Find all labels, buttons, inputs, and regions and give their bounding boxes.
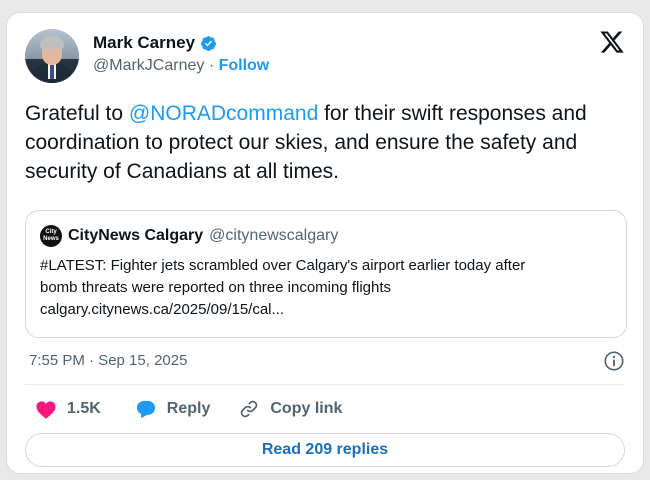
read-replies-button[interactable]: Read 209 replies: [25, 433, 625, 467]
divider: [25, 384, 625, 385]
author-name-row: Mark Carney: [93, 33, 217, 53]
author-name[interactable]: Mark Carney: [93, 33, 195, 53]
mention-link[interactable]: @NORADcommand: [129, 102, 318, 125]
quoted-author-name: CityNews Calgary: [68, 227, 204, 244]
quoted-link[interactable]: calgary.citynews.ca/2025/09/15/cal...: [40, 299, 618, 321]
tweet-header: Mark Carney @MarkJCarney · Follow: [25, 29, 625, 89]
handle-separator: ·: [204, 57, 219, 74]
author-handle[interactable]: @MarkJCarney: [93, 57, 204, 74]
speech-bubble-icon: [136, 400, 155, 419]
quoted-author-avatar: City News: [40, 225, 62, 247]
author-avatar[interactable]: [25, 29, 79, 83]
tweet-card: Mark Carney @MarkJCarney · Follow Gratef…: [6, 12, 644, 474]
link-icon: [241, 400, 258, 418]
x-logo-icon[interactable]: [599, 29, 625, 55]
reply-label: Reply: [166, 400, 211, 417]
copy-link-label: Copy link: [270, 400, 343, 417]
like-button[interactable]: 1.5K: [35, 399, 101, 419]
info-icon[interactable]: [603, 350, 625, 372]
quoted-line: #LATEST: Fighter jets scrambled over Cal…: [40, 257, 526, 274]
heart-icon: [36, 401, 56, 419]
tweet-text: Grateful to @NORADcommand for their swif…: [25, 99, 625, 186]
quoted-tweet-header: City News CityNews Calgary @citynewscalg…: [40, 225, 338, 247]
like-count: 1.5K: [67, 400, 101, 417]
action-bar: 1.5K Reply Copy link: [35, 397, 342, 421]
tweet-timestamp[interactable]: 7:55 PM · Sep 15, 2025: [29, 352, 187, 369]
reply-button[interactable]: Reply: [135, 399, 211, 419]
verified-badge-icon: [201, 35, 216, 51]
quoted-tweet-text: #LATEST: Fighter jets scrambled over Cal…: [40, 255, 618, 321]
quoted-tweet[interactable]: City News CityNews Calgary @citynewscalg…: [25, 210, 627, 338]
copy-link-button[interactable]: Copy link: [238, 398, 342, 420]
tweet-text-start: Grateful to: [25, 102, 129, 125]
quoted-author-handle: @citynewscalgary: [209, 227, 339, 244]
author-handle-row: @MarkJCarney · Follow: [93, 57, 269, 75]
follow-button[interactable]: Follow: [219, 57, 270, 74]
quoted-line: bomb threats were reported on three inco…: [40, 279, 392, 296]
